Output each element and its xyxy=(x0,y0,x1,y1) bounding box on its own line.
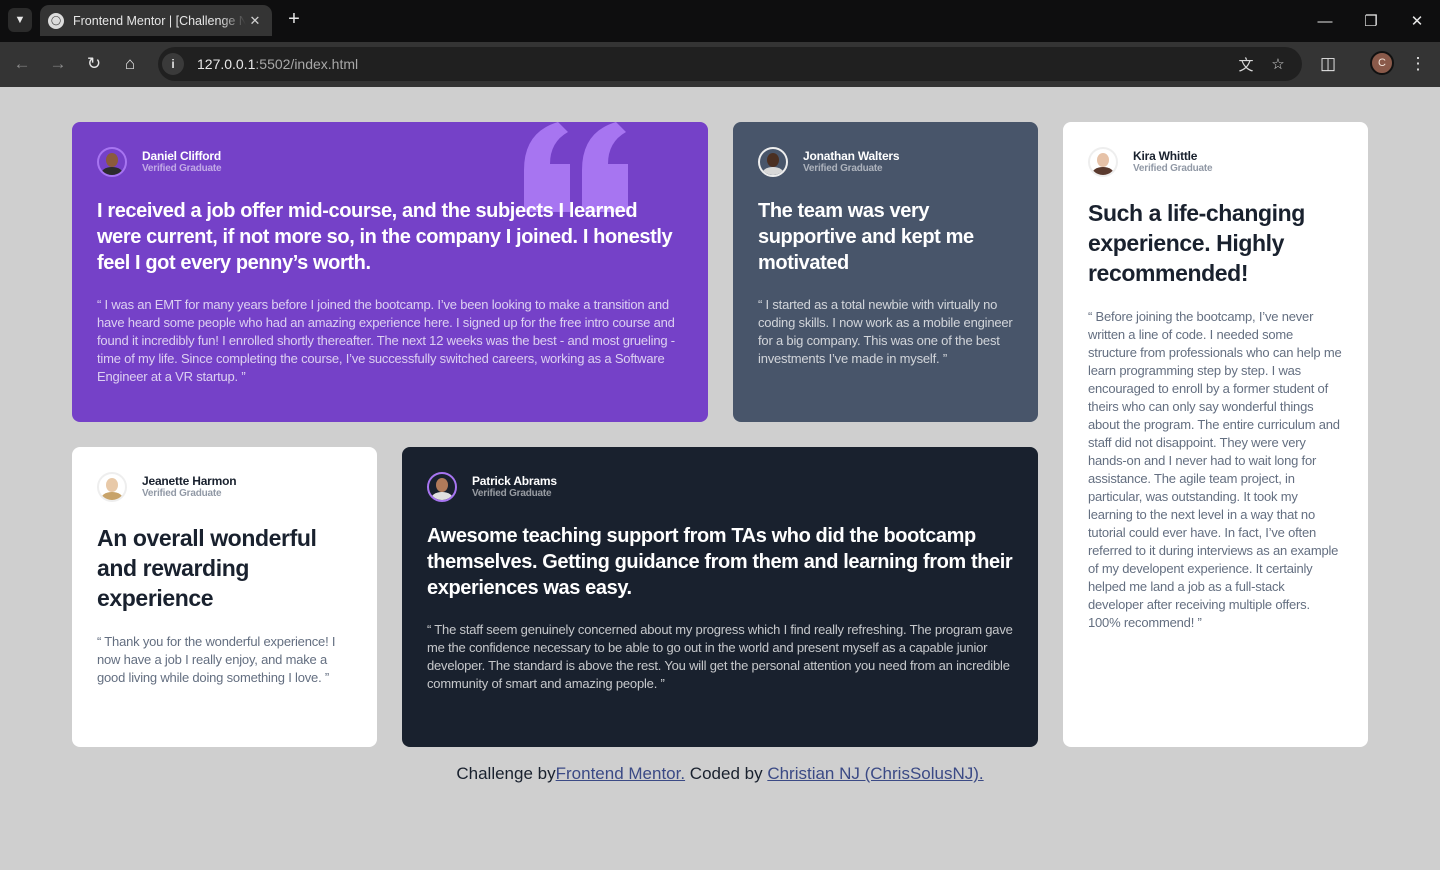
avatar xyxy=(758,147,788,177)
author-info: Patrick Abrams Verified Graduate xyxy=(427,471,1013,503)
attribution-prefix: Challenge by xyxy=(456,764,556,783)
author-name: Jonathan Walters xyxy=(803,148,900,163)
testimonial-card-daniel: Daniel Clifford Verified Graduate I rece… xyxy=(72,122,708,422)
forward-arrow-icon[interactable]: → xyxy=(44,50,72,78)
testimonial-headline: I received a job offer mid-course, and t… xyxy=(97,200,673,274)
frontend-mentor-link[interactable]: Frontend Mentor. xyxy=(556,764,685,783)
restore-icon[interactable]: ❐ xyxy=(1348,0,1394,42)
tab-title: Frontend Mentor | [Challenge N xyxy=(73,13,246,28)
minimize-icon[interactable]: — xyxy=(1302,0,1348,42)
author-info: Jonathan Walters Verified Graduate xyxy=(758,146,1013,178)
testimonial-body: “ I was an EMT for many years before I j… xyxy=(97,297,675,384)
translate-icon[interactable]: 文 xyxy=(1236,54,1256,74)
window-close-icon[interactable]: ✕ xyxy=(1394,0,1440,42)
author-role: Verified Graduate xyxy=(1133,162,1213,174)
testimonial-headline: An overall wonderful and rewarding exper… xyxy=(97,525,317,611)
home-icon[interactable]: ⌂ xyxy=(116,50,144,78)
tab-close-icon[interactable]: ✕ xyxy=(246,13,264,29)
author-name: Jeanette Harmon xyxy=(142,473,237,488)
author-name: Kira Whittle xyxy=(1133,148,1198,163)
reload-icon[interactable]: ↻ xyxy=(80,50,108,78)
browser-tab[interactable]: ◯ Frontend Mentor | [Challenge N ✕ xyxy=(40,5,272,36)
testimonial-headline: The team was very supportive and kept me… xyxy=(758,200,974,274)
attribution-middle: Coded by xyxy=(685,764,768,783)
attribution-footer: Challenge byFrontend Mentor. Coded by Ch… xyxy=(0,764,1440,784)
author-name: Patrick Abrams xyxy=(472,473,557,488)
testimonial-body: “ Before joining the bootcamp, I’ve neve… xyxy=(1088,309,1342,630)
author-role: Verified Graduate xyxy=(142,487,222,499)
testimonial-headline: Such a life-changing experience. Highly … xyxy=(1088,200,1305,286)
testimonial-card-kira: Kira Whittle Verified Graduate Such a li… xyxy=(1063,122,1368,747)
author-info: Daniel Clifford Verified Graduate xyxy=(97,146,683,178)
author-info: Jeanette Harmon Verified Graduate xyxy=(97,471,352,503)
author-link[interactable]: Christian NJ (ChrisSolusNJ). xyxy=(767,764,983,783)
url-text: 127.0.0.1:5502/index.html xyxy=(197,56,359,72)
extensions-puzzle-icon[interactable]: ◫ xyxy=(1314,50,1342,78)
testimonial-card-patrick: Patrick Abrams Verified Graduate Awesome… xyxy=(402,447,1038,747)
avatar xyxy=(1088,147,1118,177)
testimonial-headline: Awesome teaching support from TAs who di… xyxy=(427,525,1013,599)
browser-tab-strip: ▼ ◯ Frontend Mentor | [Challenge N ✕ + —… xyxy=(0,0,1440,42)
author-name: Daniel Clifford xyxy=(142,148,222,163)
testimonial-body: “ Thank you for the wonderful experience… xyxy=(97,634,336,685)
browser-toolbar: ← → ↻ ⌂ i 127.0.0.1:5502/index.html 文 ☆ … xyxy=(0,42,1440,87)
bookmark-star-icon[interactable]: ☆ xyxy=(1268,54,1288,74)
back-arrow-icon[interactable]: ← xyxy=(8,50,36,78)
profile-avatar[interactable]: C xyxy=(1370,51,1394,75)
new-tab-plus-icon[interactable]: + xyxy=(282,8,306,32)
browser-menu-icon[interactable]: ⋮ xyxy=(1404,50,1432,78)
testimonial-card-jonathan: Jonathan Walters Verified Graduate The t… xyxy=(733,122,1038,422)
avatar xyxy=(427,472,457,502)
tab-search-chevron-icon[interactable]: ▼ xyxy=(8,8,32,32)
author-role: Verified Graduate xyxy=(803,162,883,174)
author-info: Kira Whittle Verified Graduate xyxy=(1088,146,1343,178)
avatar xyxy=(97,472,127,502)
avatar xyxy=(97,147,127,177)
author-role: Verified Graduate xyxy=(142,162,222,174)
testimonial-body: “ The staff seem genuinely concerned abo… xyxy=(427,622,1013,691)
author-role: Verified Graduate xyxy=(472,487,552,499)
testimonial-body: “ I started as a total newbie with virtu… xyxy=(758,297,1013,366)
testimonial-card-jeanette: Jeanette Harmon Verified Graduate An ove… xyxy=(72,447,377,747)
site-info-icon[interactable]: i xyxy=(162,53,184,75)
page-favicon-icon: ◯ xyxy=(48,12,64,29)
address-bar[interactable]: i 127.0.0.1:5502/index.html 文 ☆ xyxy=(158,47,1302,81)
